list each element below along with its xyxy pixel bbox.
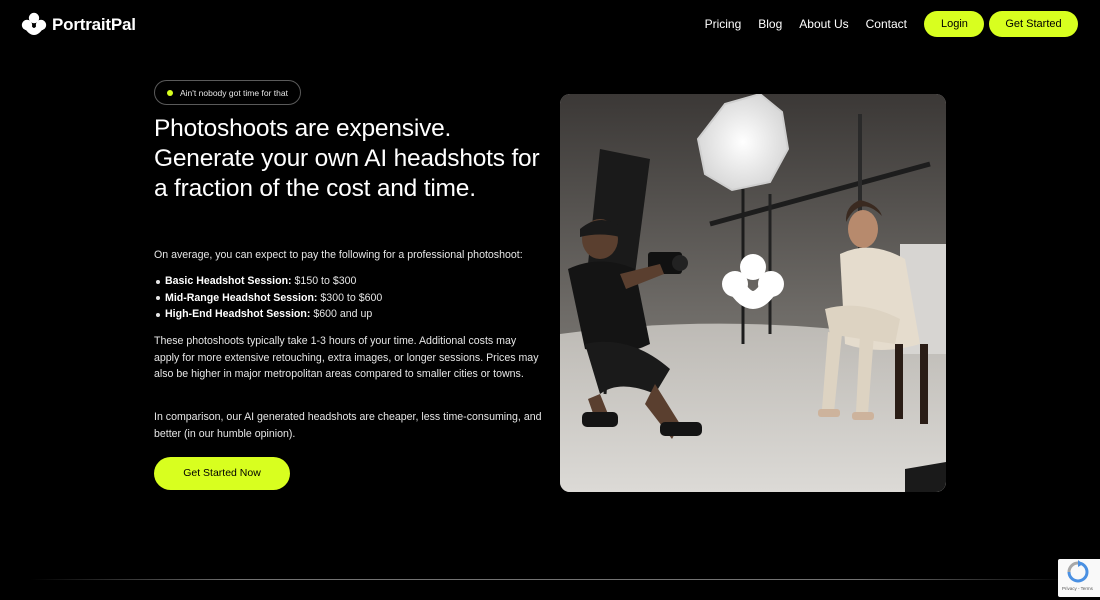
footer-divider (30, 579, 1070, 580)
tagline-badge-text: Ain't nobody got time for that (180, 87, 288, 98)
nav-link-about-us[interactable]: About Us (799, 11, 848, 37)
price-list-item: High-End Headshot Session: $600 and up (154, 306, 382, 323)
nav-link-pricing[interactable]: Pricing (705, 11, 742, 37)
price-tier-label: High-End Headshot Session: (165, 308, 311, 321)
tagline-badge: Ain't nobody got time for that (154, 80, 301, 105)
price-tier-label: Mid-Range Headshot Session: (165, 291, 318, 304)
price-list-item: Basic Headshot Session: $150 to $300 (154, 273, 382, 290)
hero-intro-text: On average, you can expect to pay the fo… (154, 249, 523, 261)
recaptcha-label: Privacy - Terms (1062, 586, 1093, 591)
price-tier-value: $150 to $300 (294, 275, 357, 287)
status-dot-icon (167, 89, 173, 96)
photoshoot-illustration (560, 94, 946, 492)
price-tier-value: $300 to $600 (320, 291, 383, 304)
recaptcha-badge[interactable]: Privacy - Terms (1058, 559, 1100, 597)
nav-link-contact[interactable]: Contact (866, 11, 907, 37)
login-button[interactable]: Login (924, 11, 984, 37)
price-tier-label: Basic Headshot Session: (165, 275, 292, 287)
get-started-button[interactable]: Get Started (989, 11, 1078, 37)
brand-home-link[interactable]: PortraitPal (21, 12, 136, 38)
price-list: Basic Headshot Session: $150 to $300 Mid… (154, 273, 382, 323)
time-cost-paragraph: These photoshoots typically take 1-3 hou… (154, 335, 539, 380)
nav-links: Pricing Blog About Us Contact Login Get … (705, 11, 1078, 37)
get-started-now-button[interactable]: Get Started Now (154, 457, 290, 490)
comparison-paragraph: In comparison, our AI generated headshot… (154, 411, 542, 440)
top-nav: PortraitPal Pricing Blog About Us Contac… (0, 0, 1100, 48)
hero-photo (560, 94, 946, 492)
hero-headline: Photoshoots are expensive. Generate your… (154, 115, 540, 202)
price-list-item: Mid-Range Headshot Session: $300 to $600 (154, 290, 382, 307)
price-tier-value: $600 and up (313, 308, 373, 321)
recaptcha-icon (1067, 560, 1089, 583)
nav-link-blog[interactable]: Blog (758, 11, 782, 37)
portraitpal-logo-icon (21, 12, 47, 35)
brand-name: PortraitPal (52, 15, 136, 34)
